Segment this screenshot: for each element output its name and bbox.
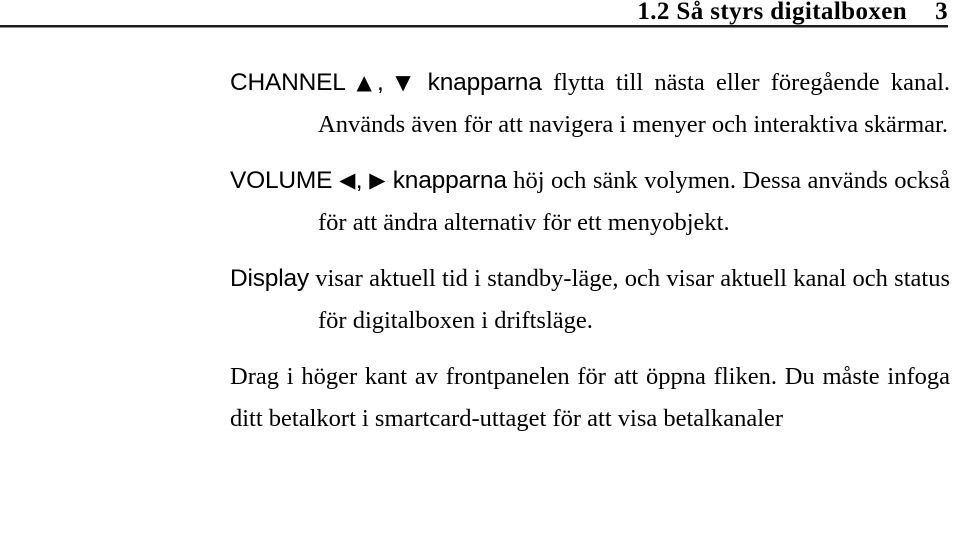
channel-glyph-separator: , — [377, 69, 384, 96]
display-label: Display — [230, 265, 309, 292]
header-section-title: 1.2 Så styrs digitalboxen — [637, 0, 908, 25]
header-title-line: 1.2 Så styrs digitalboxen 3 — [637, 0, 948, 26]
display-body-text: visar aktuell tid i standby-läge, och vi… — [315, 265, 950, 334]
arrow-right-icon: ▶ — [369, 168, 386, 192]
smartcard-body-text: Drag i höger kant av frontpanelen för at… — [230, 363, 950, 432]
arrow-up-icon: ▲ — [356, 70, 378, 94]
page-running-head: 1.2 Så styrs digitalboxen 3 — [0, 0, 960, 30]
arrow-down-icon: ▼ — [395, 70, 416, 94]
header-divider-rule — [0, 25, 948, 28]
channel-button-label: CHANNEL — [230, 69, 345, 96]
volume-term-suffix: knapparna — [392, 167, 507, 194]
paragraph-smartcard: Drag i höger kant av frontpanelen för at… — [230, 356, 950, 440]
body-text-column: CHANNEL ▲, ▼ knapparna flytta till nästa… — [230, 62, 950, 440]
paragraph-volume: VOLUME ◀, ▶ knapparna höj och sänk volym… — [230, 160, 950, 244]
volume-button-label: VOLUME — [230, 167, 333, 194]
paragraph-channel: CHANNEL ▲, ▼ knapparna flytta till nästa… — [230, 62, 950, 146]
paragraph-display: Display visar aktuell tid i standby-läge… — [230, 258, 950, 342]
arrow-left-icon: ◀ — [339, 168, 356, 192]
channel-term-suffix: knapparna — [427, 69, 542, 96]
page-number: 3 — [935, 0, 948, 25]
